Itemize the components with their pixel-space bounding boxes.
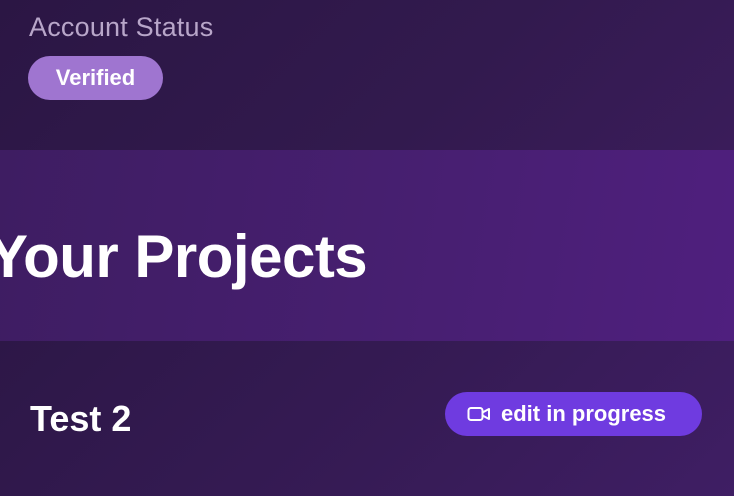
verified-badge: Verified [28, 56, 163, 100]
video-camera-icon [467, 405, 491, 423]
project-status-badge[interactable]: edit in progress [445, 392, 702, 436]
project-name[interactable]: Test 2 [30, 398, 131, 440]
page-title: Your Projects [0, 223, 368, 290]
project-card[interactable]: Test 2 edit in progress [0, 341, 734, 496]
account-status-label: Account Status [29, 12, 214, 42]
project-status-label: edit in progress [501, 401, 667, 426]
projects-header: Your Projects [0, 150, 734, 341]
account-status-section: Account Status Verified [0, 0, 734, 150]
